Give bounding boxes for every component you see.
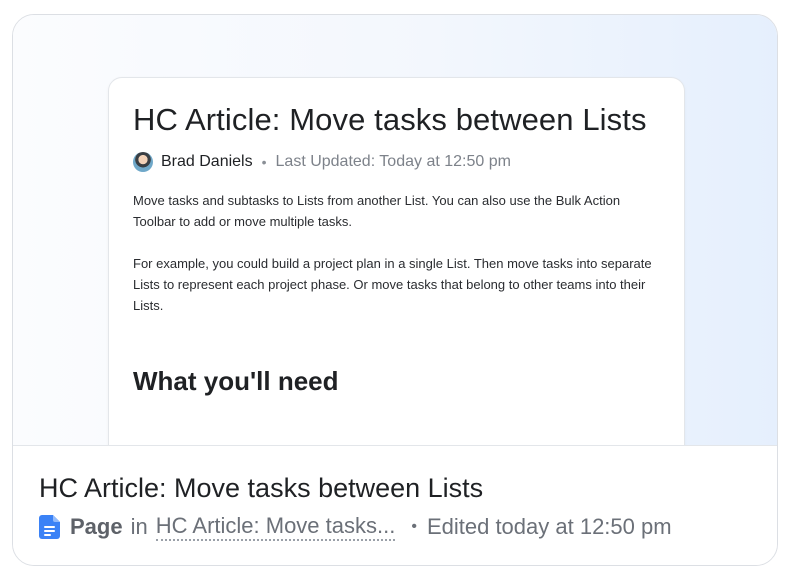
document-icon [39, 515, 60, 539]
author-name: Brad Daniels [161, 153, 253, 170]
doc-title: HC Article: Move tasks between Lists [133, 102, 647, 137]
avatar [133, 152, 153, 172]
page-card[interactable]: HC Article: Move tasks between Lists Bra… [12, 14, 778, 566]
meta-separator: • [411, 518, 417, 535]
page-meta: Page in HC Article: Move tasks... • Edit… [39, 512, 777, 542]
meta-separator: • [261, 154, 267, 170]
page-preview[interactable]: HC Article: Move tasks between Lists Bra… [13, 15, 777, 445]
doc-section-heading: What you'll need [133, 366, 339, 396]
document-preview: HC Article: Move tasks between Lists Bra… [108, 77, 685, 445]
card-footer: HC Article: Move tasks between Lists Pag… [13, 445, 777, 565]
doc-meta: Brad Daniels • Last Updated: Today at 12… [133, 150, 660, 174]
doc-paragraph: Move tasks and subtasks to Lists from an… [133, 193, 621, 229]
page-type-label: Page [70, 514, 123, 539]
last-updated: Last Updated: Today at 12:50 pm [275, 153, 511, 170]
location-prefix: in [130, 514, 148, 539]
edited-timestamp: Edited today at 12:50 pm [426, 514, 672, 539]
doc-paragraph: For example, you could build a project p… [133, 256, 652, 313]
page-title[interactable]: HC Article: Move tasks between Lists [39, 470, 777, 506]
parent-doc-link[interactable]: HC Article: Move tasks... [155, 513, 396, 541]
